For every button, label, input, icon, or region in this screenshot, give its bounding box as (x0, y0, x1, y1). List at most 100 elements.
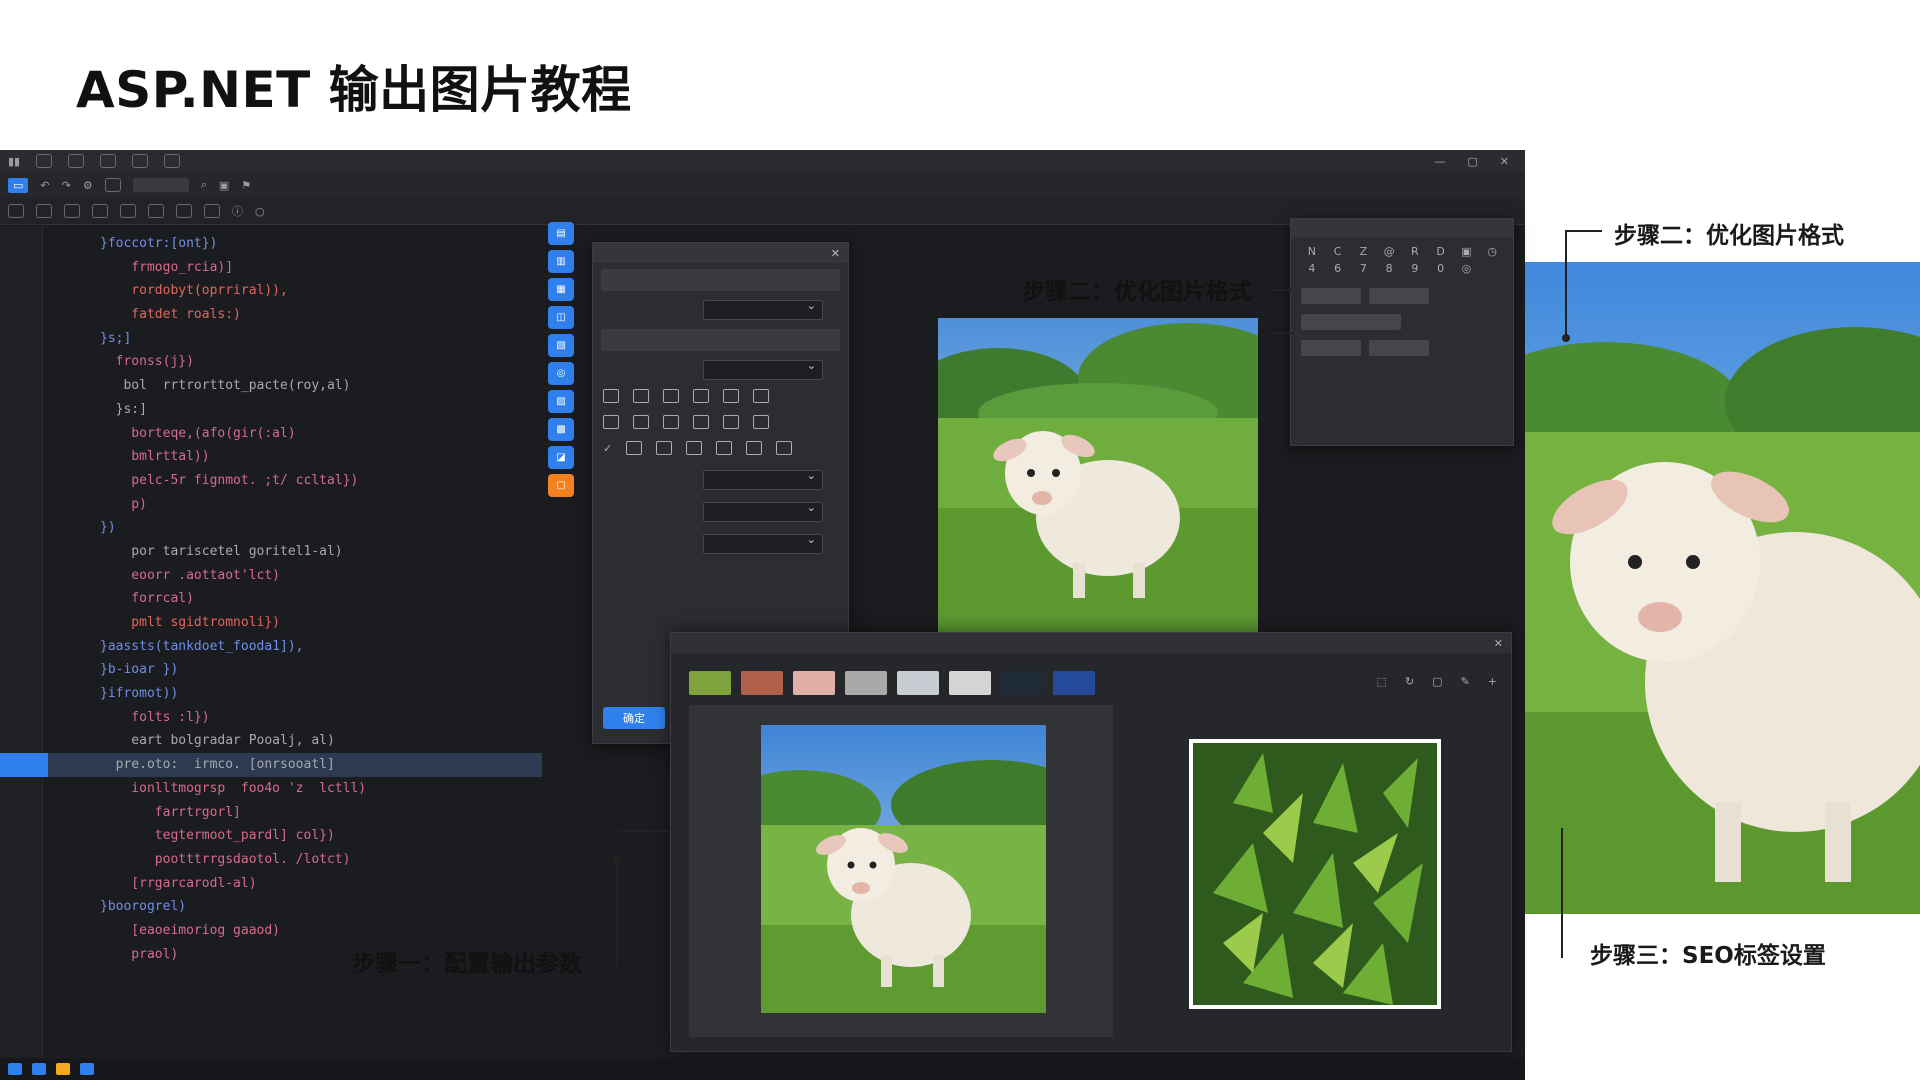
menu-item-5[interactable] (164, 154, 181, 168)
property-dropdown[interactable] (703, 299, 823, 320)
status-icon-2[interactable] (32, 1063, 46, 1075)
thumbnail[interactable] (689, 671, 731, 695)
side-tool-8-icon[interactable]: ▩ (548, 418, 574, 441)
side-tool-4-icon[interactable]: ◫ (548, 306, 574, 329)
settings-icon[interactable]: ⚙ (83, 179, 93, 192)
tool-6-icon[interactable] (148, 204, 164, 218)
close-icon[interactable]: ✕ (831, 247, 848, 260)
thumbnail[interactable] (949, 671, 991, 695)
thumbnail[interactable] (1001, 671, 1043, 695)
menu-item-4[interactable] (132, 154, 149, 168)
editor-gutter (0, 226, 43, 1058)
info-icon[interactable]: ⓘ (232, 203, 243, 219)
thumbnail[interactable] (845, 671, 887, 695)
align-icon[interactable] (753, 389, 769, 403)
thumbnail[interactable] (741, 671, 783, 695)
field-dropdown[interactable] (1301, 314, 1401, 330)
code-editor[interactable]: }foccotr:[ont}) frmogo_rcia)] rordobyt(o… (0, 232, 542, 966)
circle-icon[interactable]: ○ (255, 205, 265, 218)
close-icon[interactable]: ✕ (1500, 155, 1509, 168)
crop-icon[interactable]: ⬚ (1377, 675, 1387, 688)
alignment-icons (593, 383, 848, 409)
field-input[interactable] (1369, 288, 1429, 304)
check-icon[interactable]: ✓ (603, 442, 612, 455)
align-icon[interactable] (603, 389, 619, 403)
side-tool-7-icon[interactable]: ▨ (548, 390, 574, 413)
add-icon[interactable]: + (1488, 675, 1497, 688)
property-dropdown[interactable] (703, 501, 823, 522)
menu-item-1[interactable] (36, 154, 53, 168)
build-icon[interactable]: ▣ (219, 179, 229, 192)
search-icon[interactable]: ⌕ (201, 178, 207, 192)
tool-8-icon[interactable] (204, 204, 220, 218)
frame-icon[interactable]: ▢ (1432, 675, 1442, 688)
align-icon[interactable] (663, 389, 679, 403)
toolbar-dropdown[interactable] (132, 178, 189, 192)
filter-icon[interactable] (656, 441, 673, 455)
properties-section-bar[interactable] (601, 329, 840, 351)
align-icon[interactable] (723, 389, 739, 403)
menu-item-3[interactable] (100, 154, 117, 168)
filter-icon[interactable] (686, 441, 703, 455)
code-line: bol rrtrorttot_pacte(roy,al) (100, 378, 351, 394)
transform-icon[interactable] (693, 415, 709, 429)
plant-image[interactable] (1189, 739, 1441, 1009)
maximize-icon[interactable]: ▢ (1467, 155, 1477, 168)
tool-2-icon[interactable] (36, 204, 52, 218)
tool-4-icon[interactable] (92, 204, 108, 218)
transform-icon[interactable] (723, 415, 739, 429)
thumbnail[interactable] (793, 671, 835, 695)
filter-icon[interactable] (716, 441, 733, 455)
redo-icon[interactable]: ↷ (62, 179, 71, 192)
transform-icon[interactable] (753, 415, 769, 429)
code-line: p) (100, 496, 147, 512)
minimize-icon[interactable]: — (1434, 155, 1445, 168)
side-tool-3-icon[interactable]: ▦ (548, 278, 574, 301)
transform-icon[interactable] (663, 415, 679, 429)
filter-icon[interactable] (626, 441, 643, 455)
filter-icon[interactable] (776, 441, 793, 455)
status-icon-1[interactable] (8, 1063, 22, 1075)
tool-7-icon[interactable] (176, 204, 192, 218)
undo-icon[interactable]: ↶ (40, 179, 49, 192)
side-tool-9-icon[interactable]: ◪ (548, 446, 574, 469)
thumbnail[interactable] (897, 671, 939, 695)
transform-icon[interactable] (603, 415, 619, 429)
property-dropdown[interactable] (703, 533, 823, 554)
rotate-icon[interactable]: ↻ (1405, 675, 1414, 688)
thumbnail[interactable] (1053, 671, 1095, 695)
field-input[interactable] (1301, 288, 1361, 304)
field-input[interactable] (1369, 340, 1429, 356)
edit-icon[interactable]: ✎ (1461, 675, 1470, 688)
property-dropdown[interactable] (703, 469, 823, 490)
toolbar-active-tab[interactable]: ▭ (8, 177, 29, 193)
align-icon[interactable] (693, 389, 709, 403)
tool-1-icon[interactable] (8, 204, 24, 218)
code-line: rordobyt(oprriral)), (100, 283, 288, 299)
toolbar-primary: ▭ ↶ ↷ ⚙ ⌕ ▣ ⚑ (0, 172, 1525, 198)
align-icon[interactable] (633, 389, 649, 403)
field-input[interactable] (1301, 340, 1361, 356)
menu-item-2[interactable] (68, 154, 85, 168)
status-icon-4[interactable] (80, 1063, 94, 1075)
filter-icon[interactable] (746, 441, 763, 455)
app-icon[interactable]: ▮▮ (8, 155, 20, 168)
side-tool-6-icon[interactable]: ◎ (548, 362, 574, 385)
status-icon-3[interactable] (56, 1063, 70, 1075)
tool-3-icon[interactable] (64, 204, 80, 218)
tool-5-icon[interactable] (120, 204, 136, 218)
side-tool-10-icon[interactable]: ▢ (548, 474, 574, 497)
property-dropdown[interactable] (703, 359, 823, 380)
side-tool-2-icon[interactable]: ▥ (548, 250, 574, 273)
save-icon[interactable] (104, 178, 121, 192)
lamb-image[interactable] (761, 725, 1046, 1013)
code-line: pmlt sgidtromnoli}) (100, 615, 281, 630)
debug-icon[interactable]: ⚑ (241, 179, 251, 192)
side-tool-1-icon[interactable]: ▤ (548, 222, 574, 245)
side-tool-5-icon[interactable]: ▧ (548, 334, 574, 357)
character-grid[interactable]: N C Z @ R D ▣ ◷ 4 6 7 8 9 0 ◎ (1291, 237, 1513, 283)
close-icon[interactable]: ✕ (1494, 637, 1511, 650)
properties-tab-bar[interactable] (601, 269, 840, 291)
confirm-button[interactable]: 确定 (603, 707, 665, 729)
transform-icon[interactable] (633, 415, 649, 429)
